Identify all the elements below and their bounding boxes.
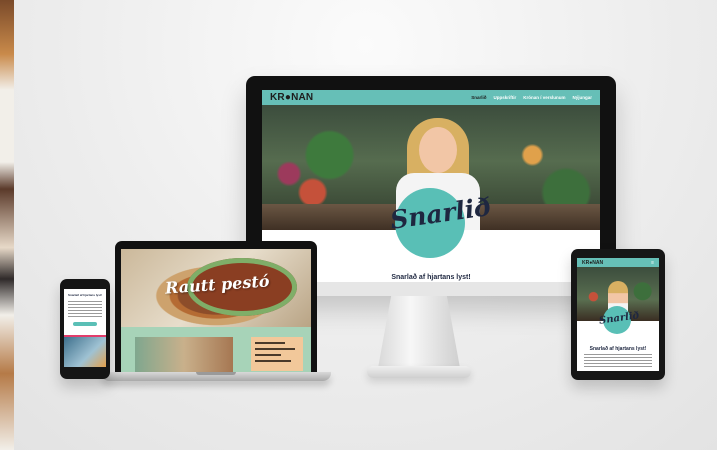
phone-text-line xyxy=(68,316,102,317)
monitor-stand-neck xyxy=(378,296,460,368)
nav-item-uppskriftir[interactable]: Uppskriftir xyxy=(493,95,516,100)
phone-cta-button[interactable] xyxy=(73,322,97,326)
phone: Snarlað af hjartans lyst! xyxy=(60,279,110,379)
tablet-text-line xyxy=(584,366,652,367)
desktop-navbar: KR●NAN Snarlið Uppskriftir Krónan í vers… xyxy=(262,90,600,105)
hamburger-menu-icon[interactable]: ≡ xyxy=(651,260,654,266)
card-line xyxy=(255,360,291,362)
laptop-recipe-card xyxy=(251,337,303,371)
hero-person-face xyxy=(419,127,457,173)
nav-item-snarlid[interactable]: Snarlið xyxy=(471,95,486,100)
tablet-text-line xyxy=(584,360,652,361)
phone-screen: Snarlað af hjartans lyst! xyxy=(64,289,106,367)
nav-item-kronan-i-verslunum[interactable]: Krónan í verslunum xyxy=(523,95,565,100)
tablet-headline: Snarlað af hjartans lyst! xyxy=(589,346,647,352)
phone-text-line xyxy=(68,301,102,302)
phone-headline: Snarlað af hjartans lyst! xyxy=(67,293,102,297)
logo-text: KR●NAN xyxy=(270,92,314,103)
nav-item-nyjungar[interactable]: Nýjungar xyxy=(572,95,592,100)
tablet-navbar: KR●NAN ≡ xyxy=(577,258,659,267)
laptop-recipe-photo xyxy=(135,337,233,374)
kronan-logo[interactable]: KR●NAN xyxy=(270,92,313,103)
card-line xyxy=(255,342,285,344)
left-background-strip xyxy=(0,0,14,450)
tablet-text-line xyxy=(584,354,652,355)
tablet-text-line xyxy=(584,357,652,358)
tablet-text-line xyxy=(584,363,652,364)
phone-text-line xyxy=(68,313,102,314)
tablet-screen: KR●NAN ≡ Snarlið Snarlað af hjartans lys… xyxy=(577,258,659,371)
tablet-logo[interactable]: KR●NAN xyxy=(582,260,603,266)
card-line xyxy=(255,348,295,350)
laptop: Rautt pestó xyxy=(115,241,317,375)
monitor-stand-foot xyxy=(367,366,471,378)
phone-photo xyxy=(64,337,106,367)
desktop-nav-links: Snarlið Uppskriftir Krónan í verslunum N… xyxy=(471,95,592,100)
phone-text-line xyxy=(68,307,102,308)
laptop-screen: Rautt pestó xyxy=(121,249,311,374)
card-line xyxy=(255,354,281,356)
laptop-notch xyxy=(196,372,236,375)
tablet: KR●NAN ≡ Snarlið Snarlað af hjartans lys… xyxy=(571,249,665,380)
phone-text-line xyxy=(68,304,102,305)
phone-text-line xyxy=(68,310,102,311)
